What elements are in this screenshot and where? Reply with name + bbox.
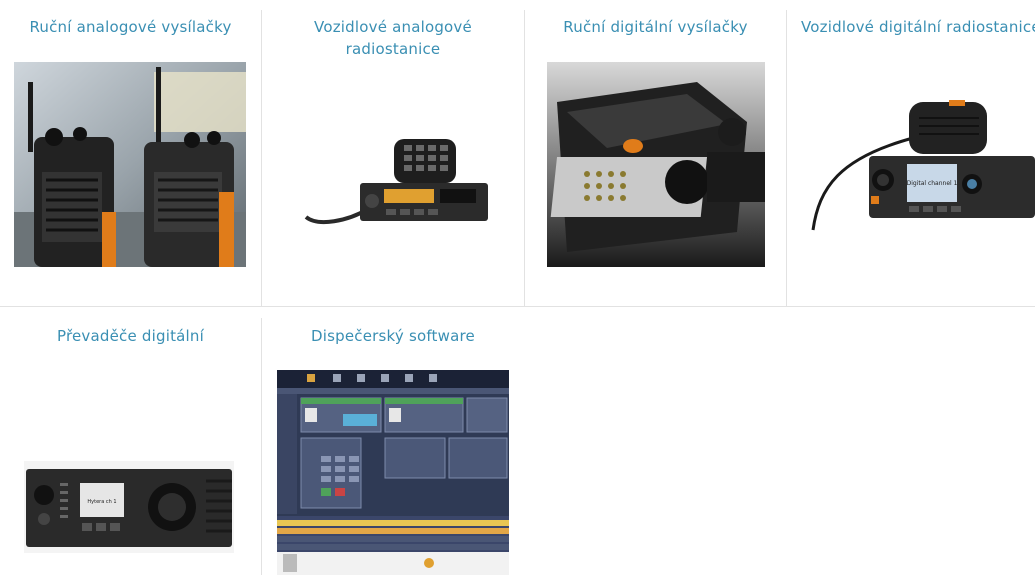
dispatch-software-screenshot[interactable] — [277, 370, 509, 575]
category-title[interactable]: Dispečerský software — [262, 325, 524, 347]
handheld-analog-radios-photo[interactable] — [14, 62, 246, 267]
mobile-analog-radio-photo[interactable] — [298, 135, 490, 231]
category-card-digital-repeater[interactable]: Převaděče digitální Hytera ch 1 — [0, 307, 261, 575]
category-card-mobile-digital[interactable]: Vozidlové digitální radiostanice Digital… — [787, 0, 1035, 306]
category-title[interactable]: Ruční analogové vysílačky — [0, 16, 261, 38]
category-card-handheld-analog[interactable]: Ruční analogové vysílačky — [0, 0, 261, 306]
category-title[interactable]: Ruční digitální vysílačky — [525, 16, 786, 38]
category-title[interactable]: Převaděče digitální — [0, 325, 261, 347]
radio-display-text: Digital channel 1 — [907, 180, 958, 187]
category-card-mobile-analog[interactable]: Vozidlové analogové radiostanice — [262, 0, 524, 306]
repeater-display-text: Hytera ch 1 — [87, 499, 116, 505]
category-title[interactable]: Vozidlové digitální radiostanice — [801, 16, 1035, 38]
category-title[interactable]: Vozidlové analogové radiostanice — [312, 16, 474, 60]
category-card-dispatch-software[interactable]: Dispečerský software — [262, 307, 524, 575]
digital-repeater-photo[interactable]: Hytera ch 1 — [24, 461, 234, 553]
mobile-digital-radio-photo[interactable]: Digital channel 1 — [809, 98, 1035, 233]
handheld-digital-radio-photo[interactable] — [547, 62, 765, 267]
category-card-handheld-digital[interactable]: Ruční digitální vysílačky — [525, 0, 786, 306]
